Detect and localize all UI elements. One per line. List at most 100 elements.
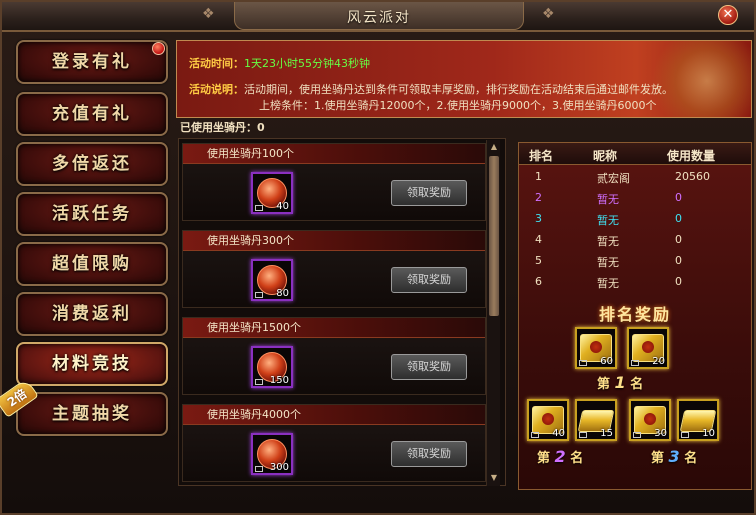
rank-position: 6 (535, 275, 542, 288)
reward-title: 使用坐骑丹300个 (183, 231, 485, 251)
header-name: 昵称 (593, 149, 618, 163)
prize-slot[interactable]: 10 (677, 399, 719, 441)
claim-button[interactable]: 领取奖励 (391, 441, 467, 467)
place-number: 3 (668, 447, 680, 466)
ranking-header: 排名 昵称 使用数量 (519, 143, 751, 165)
scroll-up-icon[interactable]: ▲ (488, 141, 500, 153)
scroll-thumb[interactable] (489, 156, 499, 316)
ornament-icon: ❖ (542, 6, 555, 22)
reward-card: 使用坐骑丹4000个 300 领取奖励 (182, 404, 486, 482)
ranking-row: 3 暂无 0 (519, 209, 751, 230)
rank-position: 5 (535, 254, 542, 267)
bind-tag-icon (579, 432, 587, 438)
first-place-label: 第 1 名 (597, 373, 643, 392)
side-menu: 登录有礼 充值有礼 多倍返还 活跃任务 超值限购 消费返利 材料竞技 主题抽奖 (16, 40, 170, 440)
treasure-decoration (647, 41, 751, 117)
bind-tag-icon (255, 292, 263, 298)
item-count: 15 (600, 428, 613, 439)
menu-material-contest[interactable]: 材料竞技 (16, 342, 168, 386)
menu-spend-rebate[interactable]: 消费返利 (16, 292, 168, 336)
item-slot[interactable]: 40 (251, 172, 293, 214)
rank-count: 0 (675, 191, 682, 204)
place-number: 1 (614, 373, 626, 392)
prize-slot[interactable]: 40 (527, 399, 569, 441)
list-scrollbar[interactable]: ▲ ▼ (486, 140, 500, 486)
item-slot[interactable]: 80 (251, 259, 293, 301)
header-rank: 排名 (529, 149, 554, 163)
menu-value-limited[interactable]: 超值限购 (16, 242, 168, 286)
reward-title: 使用坐骑丹100个 (183, 144, 485, 164)
close-button[interactable]: ✕ (718, 5, 738, 25)
activity-time: 活动时间：1天23小时55分钟43秒钟 (189, 55, 370, 71)
desc-label: 活动说明： (189, 83, 244, 96)
scroll-down-icon[interactable]: ▼ (488, 472, 500, 484)
prize-slot[interactable]: 15 (575, 399, 617, 441)
rank-nickname: 暂无 (597, 256, 619, 269)
menu-theme-lottery[interactable]: 主题抽奖 (16, 392, 168, 436)
place-suffix: 名 (684, 451, 698, 466)
rank-position: 1 (535, 170, 542, 183)
used-label: 已使用坐骑丹： (180, 121, 257, 134)
rank-position: 4 (535, 233, 542, 246)
bind-tag-icon (633, 432, 641, 438)
ranking-row: 2 暂无 0 (519, 188, 751, 209)
item-count: 60 (600, 356, 613, 367)
window-title: 风云派对 (347, 10, 411, 26)
reward-title: 使用坐骑丹1500个 (183, 318, 485, 338)
item-count: 80 (276, 288, 289, 299)
time-value: 1天23小时55分钟43秒钟 (244, 57, 370, 70)
desc-text: 活动期间，使用坐骑丹达到条件可领取丰厚奖励，排行奖励在活动结束后通过邮件发放。 (244, 83, 673, 96)
header-count: 使用数量 (667, 149, 716, 163)
bind-tag-icon (255, 379, 263, 385)
prize-slot[interactable]: 60 (575, 327, 617, 369)
activity-desc: 活动说明：活动期间，使用坐骑丹达到条件可领取丰厚奖励，排行奖励在活动结束后通过邮… (189, 81, 673, 97)
ranking-row: 4 暂无 0 (519, 230, 751, 251)
item-count: 40 (552, 428, 565, 439)
bind-tag-icon (579, 360, 587, 366)
activity-banner: 活动时间：1天23小时55分钟43秒钟 活动说明：活动期间，使用坐骑丹达到条件可… (176, 40, 752, 118)
menu-multi-return[interactable]: 多倍返还 (16, 142, 168, 186)
ranking-row: 6 暂无 0 (519, 272, 751, 293)
reward-card: 使用坐骑丹100个 40 领取奖励 (182, 143, 486, 221)
prize-slot[interactable]: 30 (629, 399, 671, 441)
menu-login-gift[interactable]: 登录有礼 (16, 40, 168, 84)
bind-tag-icon (255, 205, 263, 211)
reward-card: 使用坐骑丹1500个 150 领取奖励 (182, 317, 486, 395)
event-window: ❖ ❖ 风云派对 ✕ 登录有礼 充值有礼 多倍返还 活跃任务 超值限购 消费返利… (0, 0, 756, 515)
time-label: 活动时间： (189, 57, 244, 70)
bind-tag-icon (681, 432, 689, 438)
menu-recharge-gift[interactable]: 充值有礼 (16, 92, 168, 136)
place-suffix: 名 (630, 377, 644, 392)
second-place-label: 第 2 名 (537, 447, 583, 466)
rank-nickname: 暂无 (597, 214, 619, 227)
item-slot[interactable]: 150 (251, 346, 293, 388)
place-number: 2 (554, 447, 566, 466)
rank-nickname: 暂无 (597, 277, 619, 290)
rank-count: 20560 (675, 170, 710, 183)
prize-slot[interactable]: 20 (627, 327, 669, 369)
rank-condition: 上榜条件：1.使用坐骑丹12000个，2.使用坐骑丹9000个，3.使用坐骑丹6… (259, 99, 657, 112)
claim-button[interactable]: 领取奖励 (391, 267, 467, 293)
claim-button[interactable]: 领取奖励 (391, 354, 467, 380)
menu-active-task[interactable]: 活跃任务 (16, 192, 168, 236)
place-prefix: 第 (537, 451, 551, 466)
claim-button[interactable]: 领取奖励 (391, 180, 467, 206)
reward-card: 使用坐骑丹300个 80 领取奖励 (182, 230, 486, 308)
rank-count: 0 (675, 275, 682, 288)
rank-position: 3 (535, 212, 542, 225)
item-count: 150 (269, 375, 289, 386)
rank-count: 0 (675, 212, 682, 225)
third-place-label: 第 3 名 (651, 447, 697, 466)
used-count: 已使用坐骑丹：0 (180, 119, 265, 135)
rank-nickname: 暂无 (597, 235, 619, 248)
place-suffix: 名 (570, 451, 584, 466)
bind-tag-icon (531, 432, 539, 438)
item-slot[interactable]: 300 (251, 433, 293, 475)
rank-nickname: 暂无 (597, 193, 619, 206)
item-count: 10 (702, 428, 715, 439)
place-prefix: 第 (597, 377, 611, 392)
reward-list: 使用坐骑丹100个 40 领取奖励 使用坐骑丹300个 80 领取奖励 使用坐骑… (178, 138, 506, 486)
bind-tag-icon (631, 360, 639, 366)
place-prefix: 第 (651, 451, 665, 466)
item-count: 40 (276, 201, 289, 212)
